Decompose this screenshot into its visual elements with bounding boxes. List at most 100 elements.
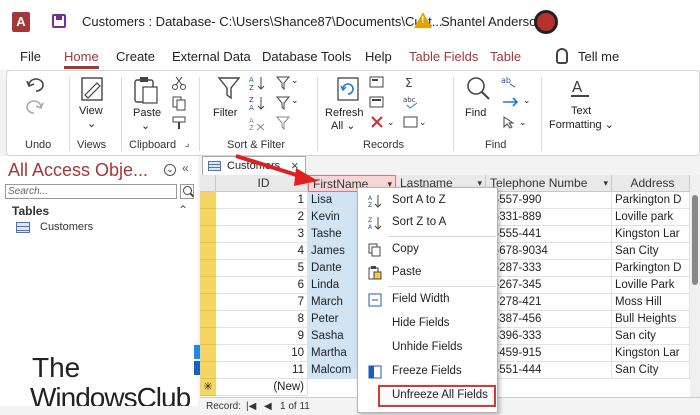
menu-tell-me[interactable]: Tell me bbox=[578, 49, 619, 64]
select-icon[interactable] bbox=[501, 115, 517, 129]
more-chevron-icon[interactable]: ⌄ bbox=[419, 117, 427, 128]
cell-id[interactable]: 11 bbox=[216, 362, 308, 379]
cell-id[interactable]: 10 bbox=[216, 345, 308, 362]
first-record-button[interactable]: |◀ bbox=[246, 401, 256, 412]
undo-icon[interactable] bbox=[25, 77, 49, 93]
design-view-icon[interactable] bbox=[79, 75, 105, 103]
cell-telephone[interactable]: 0-551-444 bbox=[486, 362, 612, 379]
spelling-icon[interactable]: abc bbox=[403, 95, 421, 109]
cell-telephone[interactable]: 0-331-889 bbox=[486, 209, 612, 226]
cell-telephone[interactable]: 0-555-441 bbox=[486, 226, 612, 243]
menu-external-data[interactable]: External Data bbox=[172, 49, 251, 64]
refresh-icon[interactable] bbox=[335, 75, 363, 103]
scroll-thumb[interactable] bbox=[692, 195, 698, 285]
clipboard-launcher-icon[interactable]: ⌟ bbox=[185, 138, 189, 149]
go-to-icon[interactable] bbox=[501, 95, 523, 109]
cell-address[interactable]: Loville Park bbox=[612, 277, 690, 294]
row-selector[interactable] bbox=[200, 345, 216, 362]
descending-sort-icon[interactable]: ZA bbox=[249, 95, 265, 111]
find-button[interactable]: Find bbox=[465, 107, 486, 119]
select-all-corner[interactable] bbox=[200, 175, 216, 192]
replace-icon[interactable]: ab bbox=[501, 75, 519, 89]
ascending-sort-icon[interactable]: AZ bbox=[249, 75, 265, 91]
go-to-chevron-icon[interactable]: ⌄ bbox=[523, 95, 531, 106]
cell-address[interactable]: Kingston Lar bbox=[612, 226, 690, 243]
text-button[interactable]: Text bbox=[571, 105, 591, 117]
selection-icon[interactable] bbox=[275, 75, 291, 91]
close-icon[interactable]: × bbox=[291, 158, 299, 173]
cell-id[interactable]: 8 bbox=[216, 311, 308, 328]
redo-icon[interactable] bbox=[25, 99, 49, 115]
save-record-icon[interactable] bbox=[369, 95, 385, 109]
lightbulb-icon[interactable] bbox=[556, 48, 568, 64]
cell-telephone[interactable]: 0-557-990 bbox=[486, 192, 612, 209]
new-record-icon[interactable] bbox=[369, 75, 385, 89]
more-records-icon[interactable] bbox=[403, 115, 419, 129]
row-selector[interactable] bbox=[200, 328, 216, 345]
cell-address[interactable]: Bull Heights bbox=[612, 311, 690, 328]
cell-id[interactable]: 9 bbox=[216, 328, 308, 345]
cell-id[interactable]: 3 bbox=[216, 226, 308, 243]
row-selector[interactable] bbox=[200, 362, 216, 379]
menu-create[interactable]: Create bbox=[116, 49, 155, 64]
cell-address[interactable]: Parkington D bbox=[612, 260, 690, 277]
cell-address[interactable]: Loville park bbox=[612, 209, 690, 226]
paste-icon[interactable] bbox=[131, 75, 161, 105]
cell-address[interactable]: Kingston Lar bbox=[612, 345, 690, 362]
cell-id[interactable]: 4 bbox=[216, 243, 308, 260]
menu-item-paste[interactable]: Paste bbox=[358, 262, 497, 284]
cell-telephone[interactable]: 0-678-9034 bbox=[486, 243, 612, 260]
cell-telephone[interactable]: 0-387-456 bbox=[486, 311, 612, 328]
menu-item-sort-z-to-a[interactable]: ZA Sort Z to A bbox=[358, 212, 497, 234]
user-name[interactable]: Shantel Anderson bbox=[441, 14, 544, 29]
filter-icon[interactable] bbox=[217, 75, 241, 101]
nav-section-tables[interactable]: Tables bbox=[12, 204, 49, 218]
cell-telephone[interactable]: 0-396-333 bbox=[486, 328, 612, 345]
cell-id[interactable]: 1 bbox=[216, 192, 308, 209]
cell-address[interactable]: Moss Hill bbox=[612, 294, 690, 311]
column-header-telephone[interactable]: Telephone Numbe ▾ bbox=[486, 175, 612, 192]
previous-record-button[interactable]: ◀ bbox=[264, 401, 272, 412]
delete-chevron-icon[interactable]: ⌄ bbox=[387, 117, 395, 128]
current-record-field[interactable]: 1 of 11 bbox=[280, 401, 310, 412]
row-selector[interactable] bbox=[200, 311, 216, 328]
cell-id[interactable]: 6 bbox=[216, 277, 308, 294]
cell-telephone[interactable]: 0-459-915 bbox=[486, 345, 612, 362]
paste-button[interactable]: Paste bbox=[133, 107, 161, 119]
find-icon[interactable] bbox=[465, 75, 491, 101]
select-chevron-icon[interactable]: ⌄ bbox=[519, 117, 527, 128]
cell-telephone[interactable]: 0-287-333 bbox=[486, 260, 612, 277]
menu-help[interactable]: Help bbox=[365, 49, 392, 64]
column-header-address[interactable]: Address bbox=[612, 175, 690, 192]
nav-menu-chevron-icon[interactable]: ⌄ bbox=[164, 164, 176, 176]
cut-icon[interactable] bbox=[171, 75, 187, 91]
toggle-filter-icon[interactable] bbox=[275, 115, 291, 131]
menu-database-tools[interactable]: Database Tools bbox=[262, 49, 351, 64]
cell-address[interactable]: San city bbox=[612, 328, 690, 345]
access-app-icon[interactable]: A bbox=[12, 12, 30, 32]
menu-item-unfreeze-all-fields[interactable]: Unfreeze All Fields bbox=[378, 385, 496, 407]
copy-icon[interactable] bbox=[171, 95, 187, 111]
menu-table[interactable]: Table bbox=[490, 49, 521, 64]
row-selector[interactable] bbox=[200, 192, 216, 209]
search-icon[interactable] bbox=[180, 184, 194, 199]
nav-item-customers[interactable]: Customers bbox=[40, 221, 93, 233]
save-icon[interactable] bbox=[52, 14, 66, 28]
view-button[interactable]: View bbox=[79, 105, 103, 117]
menu-item-unhide-fields[interactable]: Unhide Fields bbox=[358, 337, 497, 359]
cell-id[interactable]: 2 bbox=[216, 209, 308, 226]
nav-pane-title[interactable]: All Access Obje... bbox=[8, 160, 148, 181]
paste-dropdown-chevron-icon[interactable]: ⌄ bbox=[141, 119, 150, 132]
avatar[interactable] bbox=[534, 10, 558, 34]
collapse-pane-icon[interactable]: « bbox=[182, 161, 189, 175]
cell-address[interactable]: San City bbox=[612, 362, 690, 379]
row-selector[interactable] bbox=[200, 260, 216, 277]
nav-search-input[interactable]: Search... bbox=[5, 184, 177, 199]
row-selector[interactable] bbox=[200, 243, 216, 260]
column-header-id[interactable]: ID bbox=[216, 175, 308, 192]
cell-address[interactable]: San City bbox=[612, 243, 690, 260]
warning-icon[interactable]: ! bbox=[414, 12, 432, 28]
new-record-cell[interactable]: (New) bbox=[216, 379, 308, 396]
selection-chevron-icon[interactable]: ⌄ bbox=[291, 75, 299, 86]
cell-telephone[interactable]: 0-278-421 bbox=[486, 294, 612, 311]
